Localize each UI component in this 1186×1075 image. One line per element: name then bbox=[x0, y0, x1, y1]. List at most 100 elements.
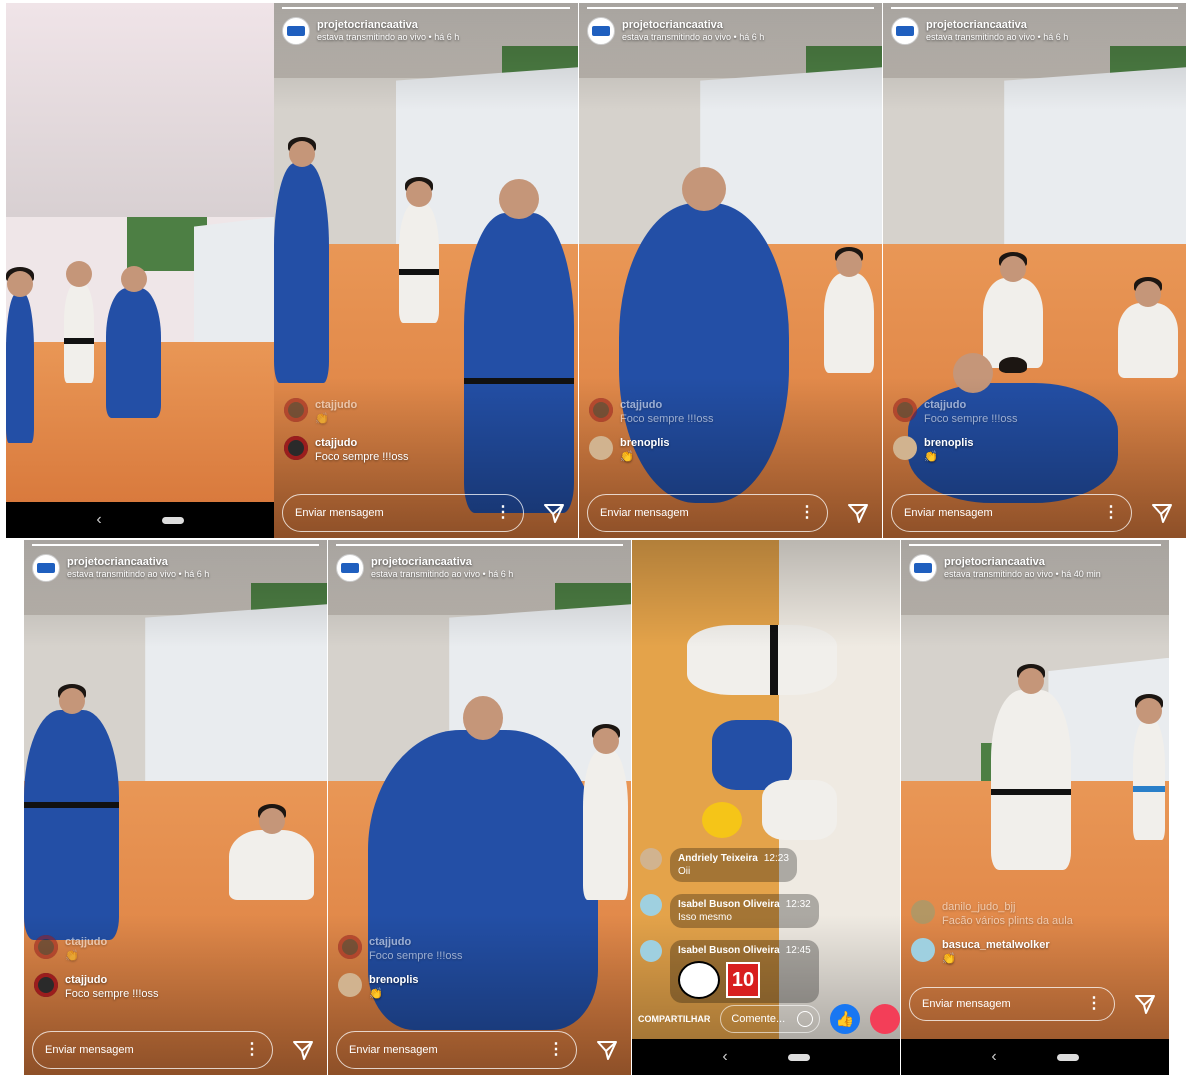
comment-item: Isabel Buson Oliveira 12:45 10 bbox=[640, 940, 840, 1003]
comment-item: ctajjudo 👏 bbox=[284, 398, 568, 426]
live-status: estava transmitindo ao vivo • há 6 h bbox=[926, 32, 1069, 42]
avatar bbox=[34, 935, 58, 959]
story-panel-5: projetocriancaativa estava transmitindo … bbox=[24, 540, 327, 1075]
live-status: estava transmitindo ao vivo • há 6 h bbox=[317, 32, 460, 42]
avatar bbox=[911, 900, 935, 924]
more-options-icon[interactable]: ⋮ bbox=[548, 1042, 564, 1058]
love-reaction-icon[interactable] bbox=[870, 1004, 900, 1034]
avatar[interactable] bbox=[909, 554, 937, 582]
comment-username: ctajjudo bbox=[369, 936, 412, 948]
live-status: estava transmitindo ao vivo • há 6 h bbox=[622, 32, 765, 42]
story-panel-3: projetocriancaativa estava transmitindo … bbox=[579, 3, 882, 538]
send-icon[interactable] bbox=[1150, 501, 1174, 525]
send-icon[interactable] bbox=[1133, 992, 1157, 1016]
story-header: projetocriancaativa estava transmitindo … bbox=[587, 17, 764, 45]
comment-time: 12:32 bbox=[785, 899, 811, 910]
sticker: 10 bbox=[678, 961, 811, 999]
comment-text: Oii bbox=[678, 866, 691, 877]
story-progress-bar bbox=[587, 7, 874, 9]
avatar bbox=[640, 894, 662, 916]
comment-username[interactable]: Isabel Buson Oliveira bbox=[678, 945, 780, 956]
more-options-icon[interactable]: ⋮ bbox=[1103, 505, 1119, 521]
comment-text: Isso mesmo bbox=[678, 912, 732, 923]
comment-username: ctajjudo bbox=[315, 437, 358, 449]
comment-item: danilo_judo_bjj Facão vários plints da au… bbox=[911, 900, 1159, 928]
avatar[interactable] bbox=[282, 17, 310, 45]
home-button[interactable] bbox=[787, 1053, 810, 1061]
comment-input[interactable]: Comente... bbox=[720, 1005, 821, 1033]
back-button[interactable]: ‹ bbox=[96, 511, 101, 529]
story-header: projetocriancaativa estava transmitindo … bbox=[909, 554, 1101, 582]
comment-text: 👏 bbox=[65, 950, 79, 962]
story-progress-bar bbox=[32, 544, 319, 546]
username[interactable]: projetocriancaativa bbox=[622, 19, 764, 31]
share-button[interactable]: COMPARTILHAR bbox=[638, 1014, 710, 1024]
message-input[interactable]: Enviar mensagem ⋮ bbox=[32, 1031, 273, 1069]
score-ten-sticker: 10 bbox=[726, 962, 760, 998]
story-panel-2: projetocriancaativa estava transmitindo … bbox=[274, 3, 578, 538]
comment-time: 12:23 bbox=[763, 853, 789, 864]
avatar bbox=[893, 398, 917, 422]
comment-username: ctajjudo bbox=[65, 936, 108, 948]
avatar bbox=[338, 973, 362, 997]
comment-item: ctajjudo 👏 bbox=[34, 935, 317, 963]
comment-item: brenoplis 👏 bbox=[893, 436, 1176, 464]
comment-username[interactable]: Isabel Buson Oliveira bbox=[678, 899, 780, 910]
avatar[interactable] bbox=[587, 17, 615, 45]
story-progress-bar bbox=[336, 544, 623, 546]
username[interactable]: projetocriancaativa bbox=[944, 556, 1101, 568]
phone-navbar: ‹ bbox=[901, 1039, 1169, 1075]
send-icon[interactable] bbox=[846, 501, 870, 525]
comment-item: ctajjudo Foco sempre !!!oss bbox=[338, 935, 621, 963]
message-input[interactable]: Enviar mensagem ⋮ bbox=[336, 1031, 577, 1069]
story-header: projetocriancaativa estava transmitindo … bbox=[32, 554, 209, 582]
username[interactable]: projetocriancaativa bbox=[371, 556, 513, 568]
story-progress-bar bbox=[891, 7, 1178, 9]
story-header: projetocriancaativa estava transmitindo … bbox=[891, 17, 1068, 45]
more-options-icon[interactable]: ⋮ bbox=[1086, 996, 1102, 1012]
more-options-icon[interactable]: ⋮ bbox=[244, 1042, 260, 1058]
comment-username: ctajjudo bbox=[620, 399, 663, 411]
story-header: projetocriancaativa estava transmitindo … bbox=[336, 554, 513, 582]
comment-item: Andriely Teixeira 12:23 Oii bbox=[640, 848, 840, 882]
send-icon[interactable] bbox=[291, 1038, 315, 1062]
emoji-icon[interactable] bbox=[797, 1011, 814, 1027]
avatar bbox=[284, 398, 308, 422]
home-button[interactable] bbox=[1056, 1053, 1079, 1061]
more-options-icon[interactable]: ⋮ bbox=[495, 505, 511, 521]
avatar[interactable] bbox=[336, 554, 364, 582]
username[interactable]: projetocriancaativa bbox=[317, 19, 459, 31]
message-input[interactable]: Enviar mensagem ⋮ bbox=[282, 494, 524, 532]
message-placeholder: Enviar mensagem bbox=[600, 507, 689, 519]
username[interactable]: projetocriancaativa bbox=[926, 19, 1068, 31]
message-input[interactable]: Enviar mensagem ⋮ bbox=[891, 494, 1132, 532]
facebook-live-panel: Andriely Teixeira 12:23 Oii Isabel Buson O… bbox=[632, 540, 900, 1075]
comment-username: danilo_judo_bjj bbox=[942, 901, 1016, 913]
avatar bbox=[911, 938, 935, 962]
comment-item: projetocriancaativactajjudoFoco sempre !… bbox=[589, 398, 872, 426]
live-video-frame bbox=[6, 3, 274, 538]
home-button[interactable] bbox=[161, 516, 184, 524]
avatar bbox=[640, 848, 662, 870]
story-header: projetocriancaativa estava transmitindo … bbox=[282, 17, 459, 45]
avatar[interactable] bbox=[891, 17, 919, 45]
avatar[interactable] bbox=[32, 554, 60, 582]
comment-list: ctajjudo Foco sempre !!!oss brenoplis 👏 bbox=[338, 925, 621, 1001]
story-panel-4: projetocriancaativa estava transmitindo … bbox=[883, 3, 1186, 538]
comment-list: Andriely Teixeira 12:23 Oii Isabel Buson O… bbox=[640, 848, 840, 1015]
comment-username[interactable]: Andriely Teixeira bbox=[678, 853, 758, 864]
send-icon[interactable] bbox=[542, 501, 566, 525]
username[interactable]: projetocriancaativa bbox=[67, 556, 209, 568]
like-icon[interactable]: 👍 bbox=[830, 1004, 861, 1034]
comment-username: ctajjudo bbox=[65, 974, 108, 986]
avatar bbox=[284, 436, 308, 460]
back-button[interactable]: ‹ bbox=[991, 1048, 996, 1066]
message-input[interactable]: Enviar mensagem ⋮ bbox=[909, 987, 1115, 1021]
avatar bbox=[893, 436, 917, 460]
story-panel-8: projetocriancaativa estava transmitindo … bbox=[901, 540, 1169, 1075]
back-button[interactable]: ‹ bbox=[722, 1048, 727, 1066]
more-options-icon[interactable]: ⋮ bbox=[799, 505, 815, 521]
send-icon[interactable] bbox=[595, 1038, 619, 1062]
comment-text: 👏 bbox=[369, 988, 383, 1000]
message-input[interactable]: Enviar mensagem ⋮ bbox=[587, 494, 828, 532]
